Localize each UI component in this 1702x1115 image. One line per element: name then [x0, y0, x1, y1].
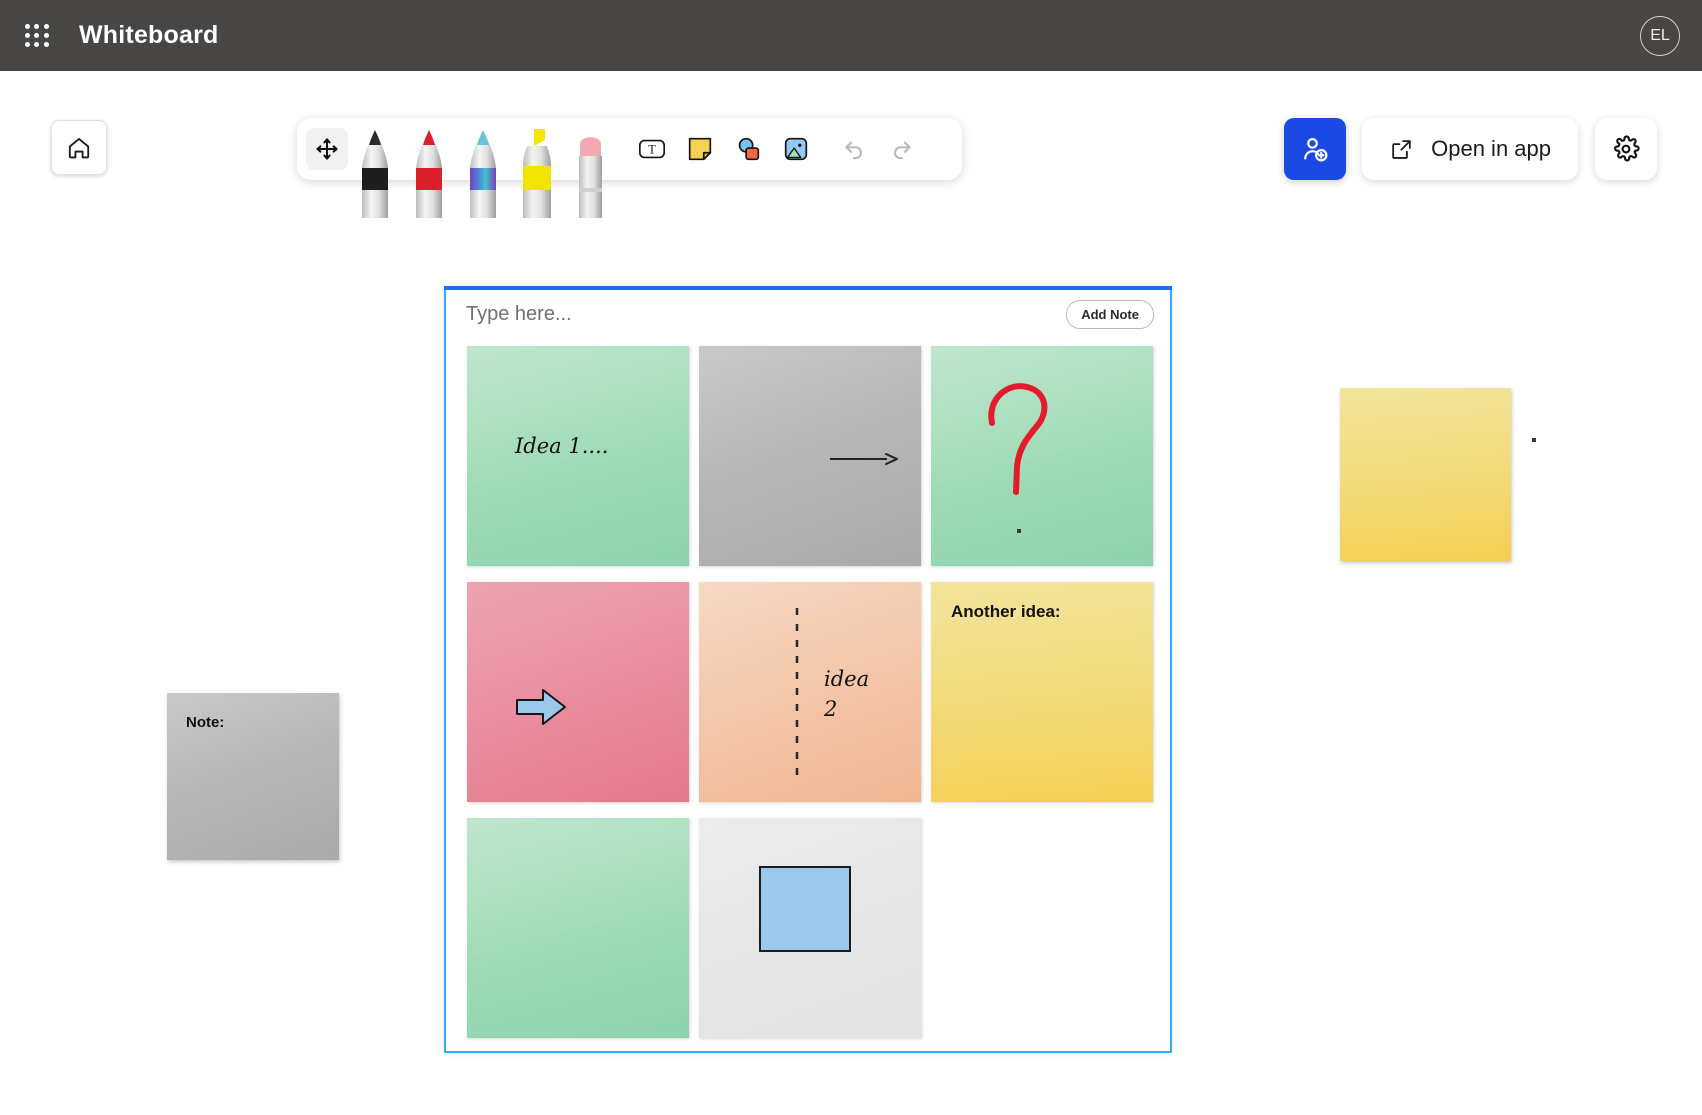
note-6-text: Another idea:	[951, 602, 1061, 621]
text-tool-button[interactable]: T	[628, 118, 676, 180]
panel-selection-edge	[444, 286, 1172, 290]
home-button[interactable]	[51, 120, 107, 175]
list-item[interactable]: Another idea:	[931, 582, 1153, 802]
note-cell	[694, 813, 926, 1049]
undo-arrow-icon	[845, 141, 862, 160]
note-1-text: Idea 1....	[515, 434, 609, 458]
ink-dot	[1532, 438, 1536, 442]
drawing-toolbar: T	[297, 118, 962, 218]
list-item[interactable]: idea 2	[699, 582, 921, 802]
note-text-input[interactable]	[464, 301, 1067, 327]
settings-button[interactable]	[1595, 118, 1657, 180]
notes-grid: Idea 1.... idea 2 Another idea:	[462, 341, 1158, 1049]
list-item[interactable]	[931, 346, 1153, 566]
list-item[interactable]: Note:	[167, 693, 339, 860]
move-tool-button[interactable]	[306, 128, 348, 170]
avatar[interactable]: EL	[1640, 15, 1680, 56]
add-note-button[interactable]: Add Note	[1066, 299, 1154, 329]
list-item[interactable]	[467, 818, 689, 1038]
sticky-note-icon	[688, 137, 712, 161]
open-in-app-label: Open in app	[1431, 136, 1551, 161]
share-button[interactable]	[1284, 118, 1347, 180]
note-cell	[462, 577, 694, 813]
blue-square-shape	[759, 866, 851, 952]
person-add-icon	[1304, 137, 1328, 162]
note-cell: Idea 1....	[462, 341, 694, 577]
black-pen-tool[interactable]	[348, 118, 402, 218]
grid-apps-icon[interactable]	[17, 16, 57, 56]
black-arrow-right-ink	[830, 453, 898, 465]
move-arrows-icon	[316, 138, 338, 160]
redo-arrow-icon	[894, 141, 911, 160]
note-cell: Another idea:	[926, 577, 1158, 813]
undo-button[interactable]	[830, 118, 878, 180]
eraser-icon	[579, 137, 602, 218]
free-note-grey-text: Note:	[186, 714, 225, 731]
redo-button[interactable]	[878, 118, 926, 180]
app-header: Whiteboard EL	[0, 0, 1702, 71]
external-link-icon	[1392, 139, 1411, 159]
home-icon	[68, 137, 90, 158]
gear-icon	[1614, 135, 1640, 162]
note-cell-empty	[926, 813, 1158, 1049]
list-item[interactable]: Idea 1....	[467, 346, 689, 566]
note-cell	[462, 813, 694, 1049]
page-title: Whiteboard	[79, 21, 219, 49]
image-icon	[784, 137, 808, 161]
eraser-tool[interactable]	[564, 118, 618, 218]
dashed-vertical-line-ink	[795, 608, 799, 784]
list-item[interactable]	[1340, 388, 1511, 561]
blue-block-arrow-shape	[516, 689, 566, 725]
pen-icon	[416, 130, 442, 218]
red-pen-tool[interactable]	[402, 118, 456, 218]
note-5-text: idea 2	[824, 667, 870, 722]
pen-icon	[362, 130, 388, 218]
shapes-tool-button[interactable]	[724, 118, 772, 180]
whiteboard-panel[interactable]: Add Note Idea 1....	[444, 286, 1172, 1053]
note-cell: idea 2	[694, 577, 926, 813]
right-control-bar: Open in app	[1284, 118, 1702, 180]
ink-dot	[1017, 529, 1021, 533]
panel-header: Add Note	[446, 288, 1170, 340]
text-box-icon: T	[638, 139, 666, 159]
list-item[interactable]	[699, 818, 921, 1038]
red-question-mark-ink	[988, 383, 1048, 495]
list-item[interactable]	[467, 582, 689, 802]
note-cell	[926, 341, 1158, 577]
yellow-highlighter-tool[interactable]	[510, 118, 564, 218]
open-in-app-button[interactable]: Open in app	[1362, 118, 1578, 180]
highlighter-icon	[523, 129, 551, 218]
image-tool-button[interactable]	[772, 118, 820, 180]
pen-icon	[470, 130, 496, 218]
svg-text:T: T	[648, 143, 656, 157]
sticky-note-tool-button[interactable]	[676, 118, 724, 180]
rainbow-pen-tool[interactable]	[456, 118, 510, 218]
shapes-icon	[738, 137, 760, 161]
